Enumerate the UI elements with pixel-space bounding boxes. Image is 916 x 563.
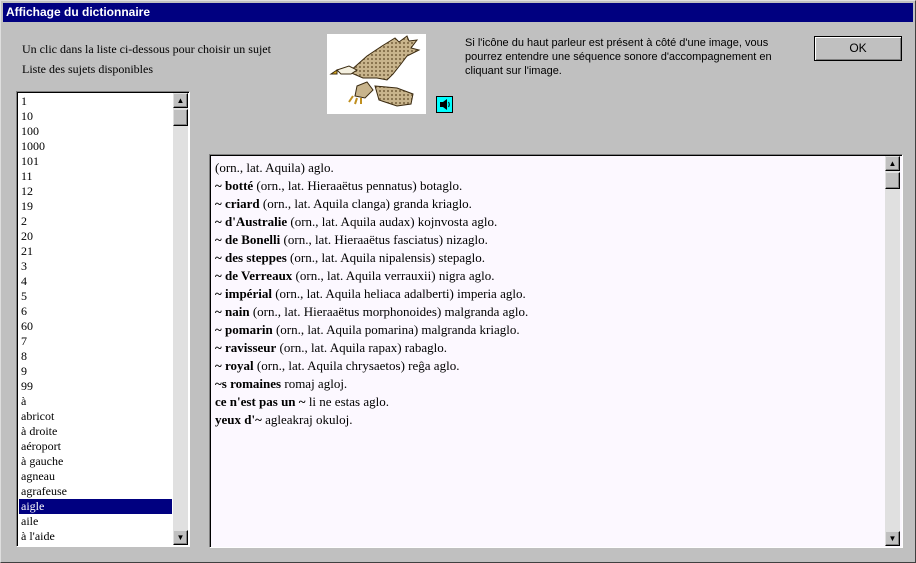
definition-line: ~ criard (orn., lat. Aquila clanga) gran… (215, 195, 875, 213)
definition-textbox[interactable]: (orn., lat. Aquila) aglo. ~ botté (orn., … (209, 154, 903, 548)
list-item[interactable]: aigle (19, 499, 172, 514)
entry-headword: ~ ravisseur (215, 340, 277, 355)
entry-translation: (orn., lat. Aquila nipalensis) stepaglo. (286, 250, 485, 265)
entry-headword: ~ impérial (215, 286, 272, 301)
entry-headword: yeux d'~ (215, 412, 262, 427)
entry-translation: (orn., lat. Aquila rapax) rabaglo. (276, 340, 448, 355)
list-item[interactable]: 1000 (19, 139, 172, 154)
list-item[interactable]: 10 (19, 109, 172, 124)
definition-line: ~ pomarin (orn., lat. Aquila pomarina) m… (215, 321, 875, 339)
list-item[interactable]: 5 (19, 289, 172, 304)
definition-line: (orn., lat. Aquila) aglo. (215, 159, 875, 177)
definition-line: ~ ravisseur (orn., lat. Aquila rapax) ra… (215, 339, 875, 357)
definition-line: ~s romaines romaj agloj. (215, 375, 875, 393)
subjects-scrollbar[interactable]: ▲ ▼ (173, 93, 188, 545)
entry-translation: (orn., lat. Aquila) aglo. (215, 160, 334, 175)
entry-translation: li ne estas aglo. (305, 394, 389, 409)
list-item[interactable]: 9 (19, 364, 172, 379)
list-item[interactable]: 20 (19, 229, 172, 244)
dictionary-window: Affichage du dictionnaire Un clic dans l… (0, 0, 916, 563)
subjects-list: 1 10 100 1000 101 11 12 19 2 20 21 3 4 5 6 60 7 8 9 99 à abri… (19, 94, 172, 544)
entry-headword: ~ nain (215, 304, 250, 319)
entry-translation: (orn., lat. Aquila pomarina) malgranda k… (272, 322, 520, 337)
entry-translation: (orn., lat. Aquila heliaca adalberti) im… (271, 286, 526, 301)
definition-line: ~ botté (orn., lat. Hieraaëtus pennatus)… (215, 177, 875, 195)
list-item[interactable]: 21 (19, 244, 172, 259)
list-item[interactable]: à (19, 394, 172, 409)
list-item[interactable]: 60 (19, 319, 172, 334)
list-item[interactable]: agrafeuse (19, 484, 172, 499)
ok-button[interactable]: OK (814, 36, 902, 61)
list-item[interactable]: 11 (19, 169, 172, 184)
definition-line: ~ impérial (orn., lat. Aquila heliaca ad… (215, 285, 875, 303)
list-item[interactable]: 7 (19, 334, 172, 349)
eagle-icon (329, 35, 421, 107)
scroll-down-button[interactable]: ▼ (885, 531, 900, 546)
entry-headword: ~ de Bonelli (215, 232, 281, 247)
definition-line: ce n'est pas un ~ li ne estas aglo. (215, 393, 875, 411)
subjects-list-label: Liste des sujets disponibles (22, 62, 153, 76)
speaker-info-text: Si l'icône du haut parleur est présent à… (465, 37, 772, 77)
list-item[interactable]: à l'aide (19, 529, 172, 544)
list-item[interactable]: abricot (19, 409, 172, 424)
list-item[interactable]: aéroport (19, 439, 172, 454)
entry-headword: ~s romaines (215, 376, 282, 391)
scroll-thumb[interactable] (885, 172, 900, 189)
speaker-glyph (440, 99, 450, 110)
definition-scrollbar[interactable]: ▲ ▼ (885, 156, 900, 546)
definition-lines: (orn., lat. Aquila) aglo. ~ botté (orn., … (215, 159, 875, 429)
list-item[interactable]: 1 (19, 94, 172, 109)
scroll-down-button[interactable]: ▼ (173, 530, 188, 545)
list-item[interactable]: 6 (19, 304, 172, 319)
scroll-up-button[interactable]: ▲ (173, 93, 188, 108)
entry-translation: (orn., lat. Aquila audax) kojnvosta aglo… (287, 214, 498, 229)
list-item[interactable]: 101 (19, 154, 172, 169)
subjects-listbox[interactable]: 1 10 100 1000 101 11 12 19 2 20 21 3 4 5 6 60 7 8 9 99 à abri… (16, 91, 190, 547)
entry-translation: (orn., lat. Hieraaëtus morphonoides) mal… (249, 304, 529, 319)
scroll-up-button[interactable]: ▲ (885, 156, 900, 171)
speaker-icon[interactable] (436, 96, 453, 113)
entry-translation: (orn., lat. Aquila verrauxii) nigra aglo… (292, 268, 495, 283)
entry-headword: ~ d'Australie (215, 214, 288, 229)
entry-headword: ~ royal (215, 358, 254, 373)
list-item[interactable]: 99 (19, 379, 172, 394)
entry-translation: agleakraj okuloj. (261, 412, 353, 427)
definition-line: ~ des steppes (orn., lat. Aquila nipalen… (215, 249, 875, 267)
definition-line: ~ nain (orn., lat. Hieraaëtus morphonoid… (215, 303, 875, 321)
entry-headword: ~ criard (215, 196, 260, 211)
list-item[interactable]: 12 (19, 184, 172, 199)
entry-translation: (orn., lat. Aquila chrysaetos) reĝa aglo… (253, 358, 460, 373)
entry-translation: romaj agloj. (281, 376, 348, 391)
entry-headword: ~ des steppes (215, 250, 287, 265)
scroll-thumb[interactable] (173, 109, 188, 126)
list-item[interactable]: 2 (19, 214, 172, 229)
list-item[interactable]: 3 (19, 259, 172, 274)
eagle-image[interactable] (327, 34, 426, 114)
list-item[interactable]: 19 (19, 199, 172, 214)
window-title: Affichage du dictionnaire (3, 3, 913, 22)
list-item[interactable]: 100 (19, 124, 172, 139)
entry-headword: ~ de Verreaux (215, 268, 293, 283)
definition-line: ~ de Verreaux (orn., lat. Aquila verraux… (215, 267, 875, 285)
entry-translation: (orn., lat. Hieraaëtus fasciatus) nizagl… (280, 232, 488, 247)
list-item[interactable]: aile (19, 514, 172, 529)
list-item[interactable]: 4 (19, 274, 172, 289)
list-item[interactable]: à droite (19, 424, 172, 439)
definition-line: yeux d'~ agleakraj okuloj. (215, 411, 875, 429)
definition-line: ~ de Bonelli (orn., lat. Hieraaëtus fasc… (215, 231, 875, 249)
list-item[interactable]: à gauche (19, 454, 172, 469)
list-item[interactable]: 8 (19, 349, 172, 364)
entry-translation: (orn., lat. Aquila clanga) granda kriagl… (259, 196, 472, 211)
definition-line: ~ royal (orn., lat. Aquila chrysaetos) r… (215, 357, 875, 375)
list-item[interactable]: agneau (19, 469, 172, 484)
entry-headword: ~ pomarin (215, 322, 273, 337)
entry-translation: (orn., lat. Hieraaëtus pennatus) botaglo… (253, 178, 463, 193)
entry-headword: ce n'est pas un ~ (215, 394, 306, 409)
choose-subject-instruction: Un clic dans la liste ci-dessous pour ch… (22, 42, 271, 56)
definition-line: ~ d'Australie (orn., lat. Aquila audax) … (215, 213, 875, 231)
entry-headword: ~ botté (215, 178, 254, 193)
